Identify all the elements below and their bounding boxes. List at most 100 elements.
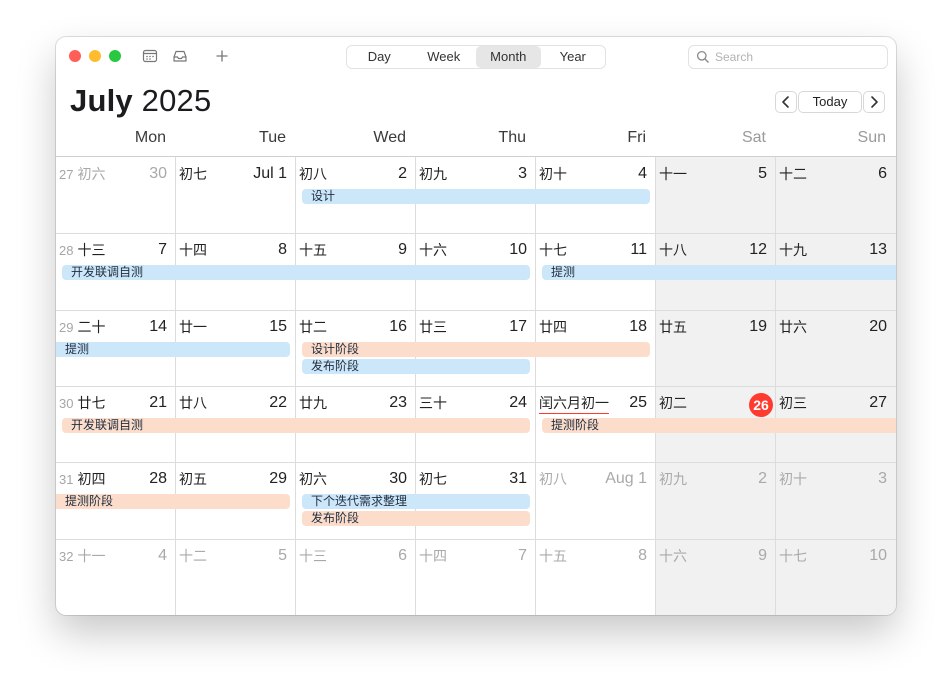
lunar-label: 初七 xyxy=(179,166,207,182)
tab-day[interactable]: Day xyxy=(347,46,412,68)
lunar-date: 十六 xyxy=(419,240,447,260)
zoom-window-button[interactable] xyxy=(109,50,121,62)
lunar-date: 闰六月初一 xyxy=(539,393,609,413)
date-number: 2 xyxy=(398,165,407,182)
today-button[interactable]: Today xyxy=(798,91,862,113)
lunar-date: 十四 xyxy=(179,240,207,260)
day-cell[interactable]: 十一 5 xyxy=(656,157,776,233)
day-cell[interactable]: 廿五 19 xyxy=(656,310,776,386)
event-bar[interactable]: 发布阶段 xyxy=(302,511,530,526)
lunar-date: 廿六 xyxy=(779,317,807,337)
lunar-date: 十七 xyxy=(779,546,807,566)
lunar-label: 廿三 xyxy=(419,319,447,335)
date-number: 13 xyxy=(869,241,887,258)
add-event-icon[interactable] xyxy=(214,48,230,64)
day-cell[interactable]: 十二 5 xyxy=(176,539,296,615)
month-label: July xyxy=(70,83,133,118)
date-number: 25 xyxy=(629,394,647,411)
event-bar[interactable]: 下个迭代需求整理 xyxy=(302,494,530,509)
lunar-label: 十九 xyxy=(779,242,807,258)
page-title: July 2025 xyxy=(70,83,211,119)
date-number: 4 xyxy=(158,547,167,564)
day-cell[interactable]: 初八 Aug 1 xyxy=(536,462,656,538)
lunar-date: 十四 xyxy=(419,546,447,566)
lunar-label: 十三 xyxy=(299,548,327,564)
date-number: 9 xyxy=(758,547,767,564)
lunar-date: 30 廿七 xyxy=(59,393,105,413)
date-number: 15 xyxy=(269,318,287,335)
lunar-label: 十二 xyxy=(779,166,807,182)
date-number: 7 xyxy=(158,241,167,258)
day-cell[interactable]: 初十 3 xyxy=(776,462,896,538)
lunar-date: 廿五 xyxy=(659,317,687,337)
event-bar[interactable]: 提测阶段 xyxy=(542,418,896,433)
day-cell[interactable]: 十七 10 xyxy=(776,539,896,615)
lunar-label: 廿六 xyxy=(779,319,807,335)
day-cell[interactable]: 32 十一 4 xyxy=(56,539,176,615)
tab-week[interactable]: Week xyxy=(412,46,477,68)
lunar-date: 初二 xyxy=(659,393,687,413)
minimize-window-button[interactable] xyxy=(89,50,101,62)
calendar-list-icon[interactable] xyxy=(142,48,158,64)
day-cell[interactable]: 十六 9 xyxy=(656,539,776,615)
tab-year[interactable]: Year xyxy=(541,46,606,68)
event-bar[interactable]: 设计阶段 xyxy=(302,342,650,357)
next-month-button[interactable] xyxy=(863,91,885,113)
previous-month-button[interactable] xyxy=(775,91,797,113)
lunar-date: 初八 xyxy=(299,164,327,184)
lunar-label: 十五 xyxy=(539,548,567,564)
lunar-date: 十七 xyxy=(539,240,567,260)
lunar-date: 十二 xyxy=(179,546,207,566)
week-number: 30 xyxy=(59,396,74,411)
lunar-date: 初六 xyxy=(299,469,327,489)
lunar-label: 十六 xyxy=(659,548,687,564)
year-label: 2025 xyxy=(141,83,212,118)
event-bar[interactable]: 提测阶段 xyxy=(56,494,290,509)
date-number: 6 xyxy=(398,547,407,564)
lunar-date: 28 十三 xyxy=(59,240,105,260)
lunar-date: 29 二十 xyxy=(59,317,105,337)
date-number: 27 xyxy=(869,394,887,411)
event-bar[interactable]: 开发联调自测 xyxy=(62,418,530,433)
lunar-label: 初七 xyxy=(419,471,447,487)
event-bar[interactable]: 设计 xyxy=(302,189,650,204)
event-bar[interactable]: 提测 xyxy=(56,342,290,357)
lunar-label: 廿八 xyxy=(179,395,207,411)
lunar-label: 初四 xyxy=(77,471,106,487)
weekday-tue: Tue xyxy=(259,129,286,146)
date-number: 8 xyxy=(278,241,287,258)
lunar-label: 廿九 xyxy=(299,395,327,411)
day-cell[interactable]: 十三 6 xyxy=(296,539,416,615)
lunar-date: 廿九 xyxy=(299,393,327,413)
date-number: 8 xyxy=(638,547,647,564)
day-cell[interactable]: 十五 8 xyxy=(536,539,656,615)
day-cell[interactable]: 廿六 20 xyxy=(776,310,896,386)
day-cell[interactable]: 十二 6 xyxy=(776,157,896,233)
lunar-label: 初六 xyxy=(299,471,327,487)
lunar-label: 初九 xyxy=(659,471,687,487)
lunar-label: 廿四 xyxy=(539,319,567,335)
lunar-date: 32 十一 xyxy=(59,546,105,566)
lunar-label: 十七 xyxy=(779,548,807,564)
event-bar[interactable]: 开发联调自测 xyxy=(62,265,530,280)
day-cell[interactable]: 27 初六 30 xyxy=(56,157,176,233)
lunar-label: 初十 xyxy=(539,166,567,182)
day-cell[interactable]: 初九 2 xyxy=(656,462,776,538)
date-number: 18 xyxy=(629,318,647,335)
lunar-date: 十五 xyxy=(299,240,327,260)
tab-month[interactable]: Month xyxy=(476,46,541,68)
close-window-button[interactable] xyxy=(69,50,81,62)
day-cell[interactable]: 初七 Jul 1 xyxy=(176,157,296,233)
date-number: 3 xyxy=(878,470,887,487)
event-bar[interactable]: 发布阶段 xyxy=(302,359,530,374)
lunar-label: 三十 xyxy=(419,395,447,411)
lunar-date: 三十 xyxy=(419,393,447,413)
date-number: 3 xyxy=(518,165,527,182)
date-number: Jul 1 xyxy=(253,165,287,182)
event-bar[interactable]: 提测 xyxy=(542,265,896,280)
inbox-icon[interactable] xyxy=(172,48,188,64)
day-cell[interactable]: 十四 7 xyxy=(416,539,536,615)
date-number: 9 xyxy=(398,241,407,258)
week-number: 28 xyxy=(59,243,74,258)
search-input[interactable]: Search xyxy=(688,45,888,69)
